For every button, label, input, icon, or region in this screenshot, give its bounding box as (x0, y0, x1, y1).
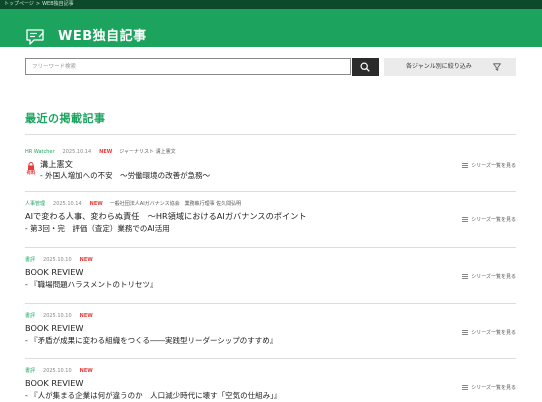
series-list-link[interactable]: シリーズ一覧を見る (462, 274, 516, 281)
new-badge: NEW (79, 368, 93, 374)
category-label[interactable]: 人事管理 (25, 201, 45, 207)
article-title[interactable]: BOOK REVIEW (25, 378, 83, 389)
lock-icon (28, 162, 34, 170)
article-subtitle[interactable]: - 第3回・完 評価（査定）業務でのAI活用 (25, 223, 170, 234)
article-item[interactable]: 書評 2025.10.10 NEW BOOK REVIEW - 『職場問題ハラスメン… (25, 247, 516, 303)
search-input[interactable] (32, 59, 332, 74)
article-title[interactable]: 溝上憲文 (40, 159, 73, 170)
genre-filter-label: 各ジャンル別に絞り込み (406, 63, 472, 70)
web-article-icon (26, 29, 44, 45)
series-list-label: シリーズ一覧を見る (471, 274, 516, 280)
article-meta: 書評 2025.10.10 NEW (25, 257, 100, 264)
list-icon (462, 217, 469, 222)
breadcrumb-separator: > (35, 1, 41, 7)
article-subtitle[interactable]: - 『職場問題ハラスメントのトリセツ』 (25, 279, 157, 290)
article-title[interactable]: BOOK REVIEW (25, 323, 83, 334)
search-field (25, 58, 351, 75)
article-author: ジャーナリスト 溝上憲文 (119, 149, 176, 155)
series-list-link[interactable]: シリーズ一覧を見る (462, 330, 516, 337)
series-list-link[interactable]: シリーズ一覧を見る (462, 217, 516, 224)
list-icon (462, 385, 469, 390)
article-date: 2025.10.10 (43, 368, 72, 374)
breadcrumb-current: WEB独自記事 (42, 1, 74, 7)
filter-icon (493, 63, 501, 71)
series-list-label: シリーズ一覧を見る (471, 163, 516, 169)
new-badge: NEW (79, 257, 93, 263)
article-title[interactable]: AIで変わる人事、変わらぬ責任 ～HR領域におけるAIガバナンスのポイント (25, 211, 307, 222)
new-badge: NEW (99, 149, 113, 155)
article-subtitle[interactable]: - 『人が集まる企業は何が違うのか 人口減少時代に壊す「空気の仕組み」』 (25, 390, 281, 401)
article-title[interactable]: BOOK REVIEW (25, 267, 83, 278)
breadcrumb: トップページ > WEB独自記事 (4, 0, 74, 9)
article-item[interactable]: 書評 2025.10.10 NEW BOOK REVIEW - 『人が集まる企業は何… (25, 358, 516, 402)
list-icon (462, 274, 469, 279)
article-date: 2025.10.10 (43, 257, 72, 263)
article-item[interactable]: HR Watcher 2025.10.14 NEW ジャーナリスト 溝上憲文 有料 溝… (25, 134, 516, 191)
breadcrumb-home-link[interactable]: トップページ (4, 1, 34, 7)
list-icon (462, 330, 469, 335)
article-subtitle[interactable]: - 外国人増加への不安 ～労働環境の改善が急務～ (40, 170, 210, 181)
category-label[interactable]: 書評 (25, 313, 35, 319)
article-meta: HR Watcher 2025.10.14 NEW ジャーナリスト 溝上憲文 (25, 149, 176, 156)
article-meta: 書評 2025.10.10 NEW (25, 313, 100, 320)
article-author: 一般社団法人AIガバナンス協会 業務執行理事 佐久間弘明 (109, 201, 242, 207)
article-list: HR Watcher 2025.10.14 NEW ジャーナリスト 溝上憲文 有料 溝… (25, 134, 516, 402)
new-badge: NEW (79, 313, 93, 319)
article-item[interactable]: 書評 2025.10.10 NEW BOOK REVIEW - 『矛盾が成果に変わる… (25, 303, 516, 358)
article-subtitle[interactable]: - 『矛盾が成果に変わる組織をつくる――実践型リーダーシップのすすめ』 (25, 335, 277, 346)
top-bar: トップページ > WEB独自記事 (0, 0, 542, 9)
page-title: WEB独自記事 (58, 29, 147, 44)
series-list-link[interactable]: シリーズ一覧を見る (462, 385, 516, 392)
series-list-label: シリーズ一覧を見る (471, 217, 516, 223)
article-date: 2025.10.14 (53, 201, 82, 207)
search-icon (360, 62, 370, 72)
article-item[interactable]: 人事管理 2025.10.14 NEW 一般社団法人AIガバナンス協会 業務執行理事 … (25, 191, 516, 247)
series-list-link[interactable]: シリーズ一覧を見る (462, 163, 516, 170)
article-meta: 書評 2025.10.10 NEW (25, 368, 100, 375)
article-date: 2025.10.10 (43, 313, 72, 319)
section-title: 最近の掲載記事 (25, 112, 106, 125)
new-badge: NEW (89, 201, 103, 207)
article-meta: 人事管理 2025.10.14 NEW 一般社団法人AIガバナンス協会 業務執行理事 … (25, 201, 241, 208)
series-list-label: シリーズ一覧を見る (471, 330, 516, 336)
page-header: WEB独自記事 (0, 9, 542, 47)
category-label[interactable]: HR Watcher (25, 149, 55, 155)
category-label[interactable]: 書評 (25, 257, 35, 263)
list-icon (462, 163, 469, 168)
search-button[interactable] (352, 58, 379, 76)
paid-badge: 有料 (26, 171, 36, 176)
category-label[interactable]: 書評 (25, 368, 35, 374)
series-list-label: シリーズ一覧を見る (471, 385, 516, 391)
article-date: 2025.10.14 (62, 149, 92, 155)
genre-filter-button[interactable]: 各ジャンル別に絞り込み (384, 58, 516, 76)
